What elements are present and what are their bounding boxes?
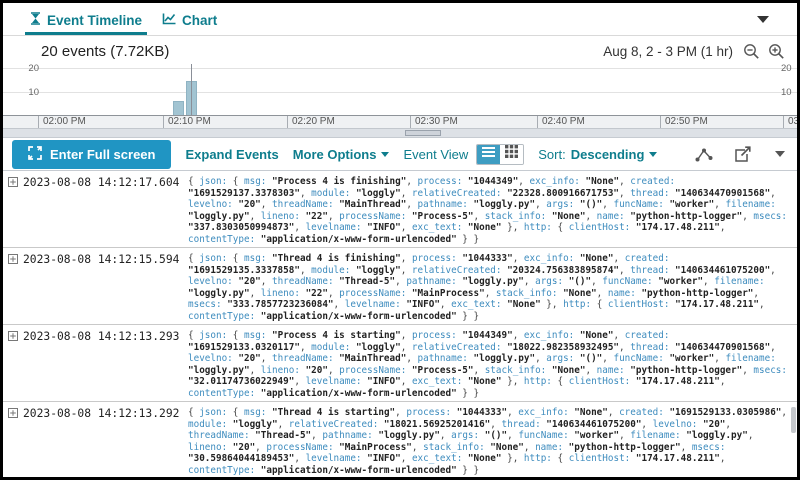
share-icon[interactable] bbox=[695, 147, 714, 162]
x-axis-tick-label: 02:10 PM bbox=[163, 116, 211, 128]
loggly-search-panel: Event Timeline Chart 20 events (7.72KB) … bbox=[0, 0, 800, 480]
more-options-label: More Options bbox=[293, 147, 377, 162]
zoom-out-button[interactable] bbox=[743, 43, 760, 60]
tabs-bar: Event Timeline Chart bbox=[3, 3, 797, 36]
grid-view-button[interactable] bbox=[500, 145, 523, 164]
events-toolbar: Enter Full screen Expand Events More Opt… bbox=[3, 138, 797, 171]
panel-collapse-caret-icon[interactable] bbox=[757, 16, 769, 23]
expand-corners-icon bbox=[28, 146, 42, 163]
expand-event-button[interactable] bbox=[8, 254, 18, 264]
event-row[interactable]: 2023-08-08 14:12:13.293 { json: { msg: "… bbox=[3, 325, 797, 402]
chart-scrollbar-thumb[interactable] bbox=[405, 130, 441, 136]
summary-row: 20 events (7.72KB) Aug 8, 2 - 3 PM (1 hr… bbox=[3, 36, 797, 64]
y-axis-label: 20 bbox=[27, 64, 39, 74]
event-json: { json: { msg: "Process 4 is starting", … bbox=[188, 330, 791, 399]
chart-plot-area[interactable]: 10 10 20 20 bbox=[3, 64, 797, 116]
list-view-button[interactable] bbox=[477, 145, 500, 164]
chevron-down-icon bbox=[381, 152, 389, 157]
event-view-label: Event View bbox=[403, 147, 468, 162]
histogram-bar bbox=[173, 101, 184, 115]
event-timeline-chart[interactable]: 10 10 20 20 02:00 PM 02:10 PM 02:20 PM 02:30 P… bbox=[3, 64, 797, 138]
chevron-down-icon bbox=[649, 152, 657, 157]
sort-label: Sort: bbox=[538, 147, 565, 162]
event-view-toggle bbox=[476, 144, 524, 165]
events-scrollbar-thumb[interactable] bbox=[791, 407, 796, 433]
sort-value: Descending bbox=[571, 147, 645, 162]
tab-label: Chart bbox=[182, 13, 217, 28]
line-chart-icon bbox=[162, 13, 176, 28]
x-axis-tick-row: 02:00 PM 02:10 PM 02:20 PM 02:30 PM 02:40 PM… bbox=[3, 116, 797, 129]
tab-label: Event Timeline bbox=[47, 13, 142, 28]
expand-events-label: Expand Events bbox=[185, 147, 278, 162]
y-axis-label: 10 bbox=[781, 87, 792, 98]
event-json: { json: { msg: "Thread 4 is starting", p… bbox=[188, 407, 791, 476]
expand-event-button[interactable] bbox=[8, 408, 18, 418]
expand-event-button[interactable] bbox=[8, 331, 18, 341]
tab-chart[interactable]: Chart bbox=[157, 5, 222, 35]
event-row[interactable]: 2023-08-08 14:12:17.604 { json: { msg: "… bbox=[3, 171, 797, 248]
event-timestamp: 2023-08-08 14:12:15.594 bbox=[23, 253, 188, 266]
events-list: 2023-08-08 14:12:17.604 { json: { msg: "… bbox=[3, 171, 797, 479]
x-axis-tick-label: 02:40 PM bbox=[537, 116, 585, 128]
event-row[interactable]: 2023-08-08 14:12:15.594 { json: { msg: "… bbox=[3, 248, 797, 325]
export-icon[interactable] bbox=[734, 146, 751, 162]
x-axis-tick-label: 03:00 PM bbox=[783, 116, 797, 128]
list-icon bbox=[481, 145, 496, 163]
event-timestamp: 2023-08-08 14:12:13.292 bbox=[23, 407, 188, 420]
events-count: 20 events (7.72KB) bbox=[41, 43, 169, 60]
toolbar-collapse-caret-icon[interactable] bbox=[775, 151, 785, 157]
fullscreen-button-label: Enter Full screen bbox=[50, 147, 155, 162]
x-axis-tick-label: 02:00 PM bbox=[38, 116, 86, 128]
y-axis-label: 20 bbox=[781, 64, 792, 74]
time-range-label: Aug 8, 2 - 3 PM (1 hr) bbox=[603, 44, 733, 59]
event-row[interactable]: 2023-08-08 14:12:13.292 { json: { msg: "… bbox=[3, 402, 797, 479]
x-axis-tick-label: 02:20 PM bbox=[287, 116, 335, 128]
more-options-button[interactable]: More Options bbox=[293, 147, 390, 162]
event-json: { json: { msg: "Thread 4 is finishing", … bbox=[188, 253, 791, 322]
event-json: { json: { msg: "Process 4 is finishing",… bbox=[188, 176, 791, 245]
hourglass-icon bbox=[30, 12, 41, 28]
chart-scrollbar[interactable] bbox=[3, 129, 797, 138]
x-axis-tick-label: 02:50 PM bbox=[660, 116, 708, 128]
event-timestamp: 2023-08-08 14:12:17.604 bbox=[23, 176, 188, 189]
enter-fullscreen-button[interactable]: Enter Full screen bbox=[12, 140, 171, 169]
event-timestamp: 2023-08-08 14:12:13.293 bbox=[23, 330, 188, 343]
expand-events-button[interactable]: Expand Events bbox=[185, 147, 278, 162]
grid-icon bbox=[505, 145, 518, 163]
expand-event-button[interactable] bbox=[8, 177, 18, 187]
y-axis-label: 10 bbox=[27, 87, 39, 98]
tab-event-timeline[interactable]: Event Timeline bbox=[25, 4, 147, 35]
zoom-in-button[interactable] bbox=[768, 43, 785, 60]
sort-dropdown[interactable]: Sort: Descending bbox=[538, 147, 657, 162]
chart-cursor-line bbox=[191, 64, 192, 115]
x-axis-tick-label: 02:30 PM bbox=[410, 116, 458, 128]
